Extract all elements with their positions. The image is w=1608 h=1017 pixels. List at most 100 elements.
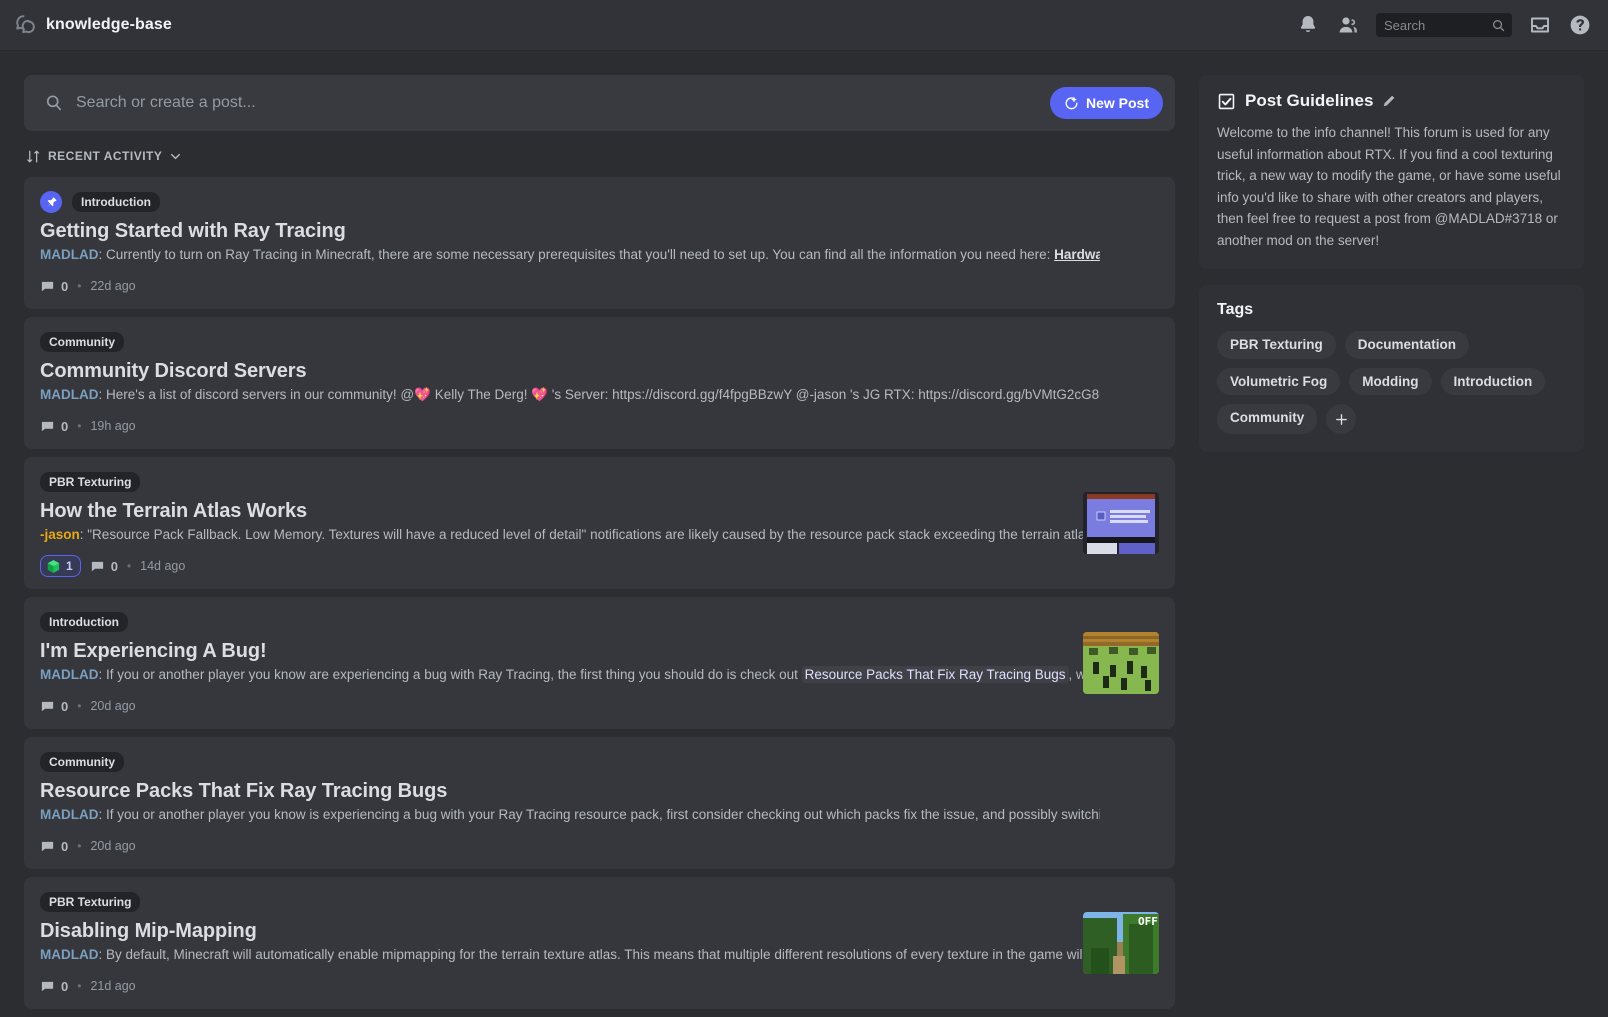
post-preview-text: : By default, Minecraft will automatical… xyxy=(98,947,1096,962)
post-tag-row: PBR Texturing xyxy=(40,891,1159,913)
sort-label: RECENT ACTIVITY xyxy=(48,149,163,163)
post-preview-link[interactable]: Hardware/Software Require... xyxy=(1054,247,1100,262)
new-post-icon xyxy=(1065,96,1078,109)
post-timestamp: 19h ago xyxy=(90,419,136,433)
tag-filter[interactable]: Community xyxy=(1217,404,1318,434)
channel-header: knowledge-base Search xyxy=(0,0,1608,51)
post-timestamp: 20d ago xyxy=(90,699,136,713)
post-preview: -jason: "Resource Pack Fallback. Low Mem… xyxy=(40,526,1095,544)
post-author: MADLAD xyxy=(40,807,99,822)
post-card[interactable]: Introduction I'm Experiencing A Bug! MAD… xyxy=(24,597,1175,729)
post-meta: 0 • 20d ago xyxy=(40,835,1159,857)
message-count: 0 xyxy=(40,699,68,714)
post-preview: MADLAD: By default, Minecraft will autom… xyxy=(40,946,1095,964)
post-tag[interactable]: PBR Texturing xyxy=(40,472,141,492)
search-or-create-bar[interactable]: Search or create a post... New Post xyxy=(24,75,1175,131)
mipmap-off-screenshot: OFF xyxy=(1083,912,1159,974)
pencil-icon[interactable] xyxy=(1382,94,1396,108)
post-timestamp: 21d ago xyxy=(90,979,136,993)
reaction-pill[interactable]: 1 xyxy=(40,555,81,577)
page-title: knowledge-base xyxy=(46,16,172,33)
post-card[interactable]: Introduction Getting Started with Ray Tr… xyxy=(24,177,1175,309)
post-tag[interactable]: Introduction xyxy=(40,612,128,632)
pin-icon xyxy=(46,196,57,207)
post-title: Resource Packs That Fix Ray Tracing Bugs xyxy=(40,780,448,802)
tag-filter-list: PBR Texturing Documentation Volumetric F… xyxy=(1217,331,1566,434)
meta-separator: • xyxy=(126,559,132,573)
post-thumbnail[interactable] xyxy=(1083,632,1159,694)
post-title: I'm Experiencing A Bug! xyxy=(40,640,267,662)
post-list-column: Search or create a post... New Post RECE… xyxy=(0,51,1199,1017)
post-timestamp: 20d ago xyxy=(90,839,136,853)
post-preview: MADLAD: Here's a list of discord servers… xyxy=(40,386,1100,404)
post-card[interactable]: Community Community Discord Servers MADL… xyxy=(24,317,1175,449)
message-count-value: 0 xyxy=(61,418,69,434)
new-post-button[interactable]: New Post xyxy=(1049,87,1163,119)
message-count-value: 0 xyxy=(61,698,69,714)
post-card[interactable]: PBR Texturing Disabling Mip-Mapping MADL… xyxy=(24,877,1175,1009)
post-thumbnail[interactable]: OFF xyxy=(1083,912,1159,974)
search-icon xyxy=(46,95,62,111)
panel-header: Post Guidelines xyxy=(1217,91,1566,111)
tag-filter[interactable]: Documentation xyxy=(1344,331,1470,359)
channel-mention-chip[interactable]: Resource Packs That Fix Ray Tracing Bugs xyxy=(801,666,1069,683)
search-placeholder: Search xyxy=(1384,17,1426,33)
post-timestamp: 22d ago xyxy=(90,279,136,293)
inbox-icon[interactable] xyxy=(1528,13,1552,37)
emerald-block-emoji xyxy=(47,559,60,573)
create-post-placeholder: Search or create a post... xyxy=(76,94,256,111)
post-preview: MADLAD: If you or another player you kno… xyxy=(40,806,1100,824)
post-title: Community Discord Servers xyxy=(40,360,307,382)
plus-icon xyxy=(1335,413,1347,425)
post-meta: 0 • 19h ago xyxy=(40,415,1159,437)
post-card[interactable]: Community Resource Packs That Fix Ray Tr… xyxy=(24,737,1175,869)
bell-icon[interactable] xyxy=(1296,13,1320,37)
help-icon[interactable] xyxy=(1568,13,1592,37)
forum-channel-icon xyxy=(16,15,35,34)
post-tag[interactable]: Community xyxy=(40,332,124,352)
post-card[interactable]: PBR Texturing How the Terrain Atlas Work… xyxy=(24,457,1175,589)
tag-filter[interactable]: Modding xyxy=(1349,367,1432,395)
message-icon xyxy=(41,281,54,291)
post-meta: 1 0 • 14d ago xyxy=(40,555,1159,577)
message-icon xyxy=(41,981,54,991)
meta-separator: • xyxy=(77,279,82,293)
post-title: Getting Started with Ray Tracing xyxy=(40,220,346,242)
post-tag-row: PBR Texturing xyxy=(40,471,1159,493)
post-tag-row: Introduction xyxy=(40,191,1159,213)
post-preview: MADLAD: Currently to turn on Ray Tracing… xyxy=(40,246,1100,264)
minecraft-village-screenshot xyxy=(1083,632,1159,694)
chevron-down-icon xyxy=(171,153,181,159)
meta-separator: • xyxy=(77,979,82,993)
message-count: 0 xyxy=(40,839,68,854)
sort-control[interactable]: RECENT ACTIVITY xyxy=(26,145,1175,167)
post-preview-text: : Currently to turn on Ray Tracing in Mi… xyxy=(98,247,1055,262)
post-tag[interactable]: Introduction xyxy=(72,192,160,212)
post-thumbnail[interactable] xyxy=(1083,492,1159,554)
post-meta: 0 • 20d ago xyxy=(40,695,1159,717)
message-count: 0 xyxy=(40,979,68,994)
tags-panel-title: Tags xyxy=(1217,301,1254,318)
tag-filter[interactable]: Volumetric Fog xyxy=(1217,367,1341,395)
message-count: 0 xyxy=(40,419,68,434)
post-author: -jason xyxy=(40,527,80,542)
meta-separator: • xyxy=(77,419,82,433)
search-input[interactable]: Search xyxy=(1376,13,1512,37)
post-title: Disabling Mip-Mapping xyxy=(40,920,257,942)
panel-title: Post Guidelines xyxy=(1245,91,1374,110)
tag-filter[interactable]: PBR Texturing xyxy=(1217,331,1336,359)
post-preview-text: : "Resource Pack Fallback. Low Memory. T… xyxy=(79,527,1095,542)
add-tag-button[interactable] xyxy=(1326,404,1357,434)
tag-filter[interactable]: Introduction xyxy=(1440,367,1546,395)
post-title: How the Terrain Atlas Works xyxy=(40,500,307,522)
post-tag[interactable]: PBR Texturing xyxy=(40,892,141,912)
post-meta: 0 • 22d ago xyxy=(40,275,1159,297)
message-icon xyxy=(41,841,54,851)
post-meta: 0 • 21d ago xyxy=(40,975,1159,997)
message-icon xyxy=(41,701,54,711)
tags-panel: Tags PBR Texturing Documentation Volumet… xyxy=(1199,285,1584,452)
post-tag[interactable]: Community xyxy=(40,752,124,772)
post-timestamp: 14d ago xyxy=(140,559,186,573)
members-icon[interactable] xyxy=(1336,13,1360,37)
post-author: MADLAD xyxy=(40,387,99,402)
